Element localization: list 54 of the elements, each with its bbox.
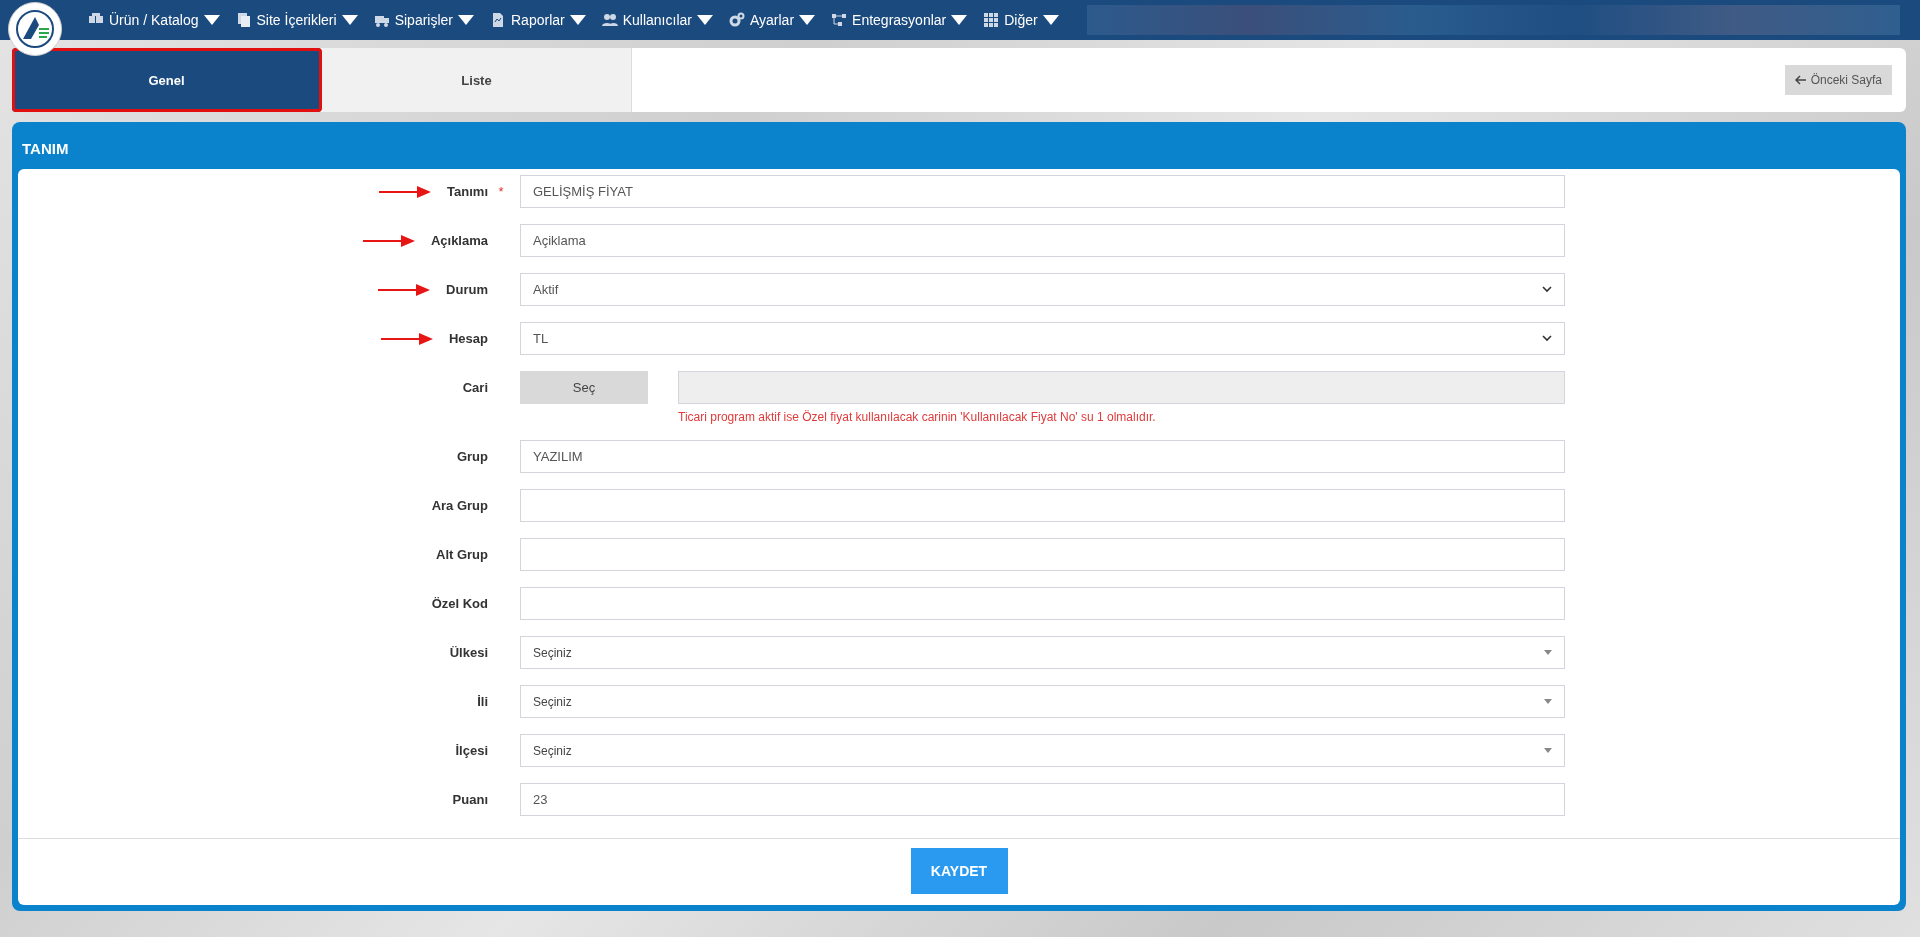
nav-menu-item[interactable]: Diğer: [981, 12, 1061, 28]
combo-field[interactable]: Seçiniz: [520, 734, 1565, 767]
warning-note: Ticari program aktif ise Özel fiyat kullanılacak carinin 'Kullanılacak Fiyat No' su 1 olmalıdır.: [678, 410, 1157, 424]
nav-menu-item[interactable]: Site İçerikleri: [233, 12, 360, 28]
field-label: Puanı: [452, 792, 488, 807]
text-field[interactable]: 23: [520, 783, 1565, 816]
text-field[interactable]: Açiklama: [520, 224, 1565, 257]
report-icon: [490, 12, 506, 28]
field-label: Grup: [456, 449, 488, 464]
nav-menu-item[interactable]: Raporlar: [488, 12, 588, 28]
caret-icon: [1544, 650, 1552, 655]
nav-menu-item[interactable]: Kullanıcılar: [599, 12, 715, 28]
nav-menu-item[interactable]: Siparişler: [371, 12, 476, 28]
panel-title: TANIM: [21, 139, 70, 159]
network-icon: [831, 12, 848, 28]
text-field[interactable]: [520, 538, 1565, 571]
back-button[interactable]: Önceki Sayfa: [1784, 65, 1892, 95]
select-field[interactable]: TL: [520, 322, 1565, 355]
field-label: İlçesi: [455, 743, 488, 758]
chevron-icon: [1542, 335, 1552, 342]
nav-menu-item[interactable]: Ayarlar: [726, 12, 818, 28]
field-label: Özel Kod: [431, 596, 488, 611]
pages-icon: [235, 12, 252, 28]
field-label: Cari: [462, 380, 488, 395]
field-label: Alt Grup: [436, 547, 488, 562]
field-label: İli: [477, 694, 488, 709]
text-field[interactable]: YAZILIM: [520, 440, 1565, 473]
field-label: Ara Grup: [431, 498, 488, 513]
text-field[interactable]: [520, 587, 1565, 620]
back-arrow-icon: [1794, 75, 1806, 85]
field-label: Durum: [446, 282, 488, 297]
caret-icon: [1544, 699, 1552, 704]
field-label: Hesap: [448, 331, 488, 346]
field-label: Ülkesi: [449, 645, 488, 660]
tab[interactable]: Genel: [12, 48, 322, 112]
field-label: Tanımı: [447, 184, 488, 199]
grid-icon: [983, 12, 1000, 28]
gears-icon: [728, 12, 745, 28]
chevron-icon: [1542, 286, 1552, 293]
users-icon: [601, 12, 618, 28]
text-field[interactable]: [520, 489, 1565, 522]
field-label: Açıklama: [430, 233, 488, 248]
combo-field[interactable]: Seçiniz: [520, 685, 1565, 718]
select-field[interactable]: Aktif: [520, 273, 1565, 306]
nav-menu-item[interactable]: Entegrasyonlar: [829, 12, 970, 28]
logo-icon: [15, 9, 55, 49]
text-field[interactable]: GELİŞMİŞ FİYAT: [520, 175, 1565, 208]
caret-icon: [1544, 748, 1552, 753]
combo-field[interactable]: Seçiniz: [520, 636, 1565, 669]
required-marker: *: [497, 184, 505, 199]
tab[interactable]: Liste: [322, 48, 632, 112]
nav-menu-item[interactable]: Ürün / Katalog: [86, 12, 222, 28]
company-logo[interactable]: [8, 2, 62, 56]
select-button[interactable]: Seç: [520, 371, 648, 404]
